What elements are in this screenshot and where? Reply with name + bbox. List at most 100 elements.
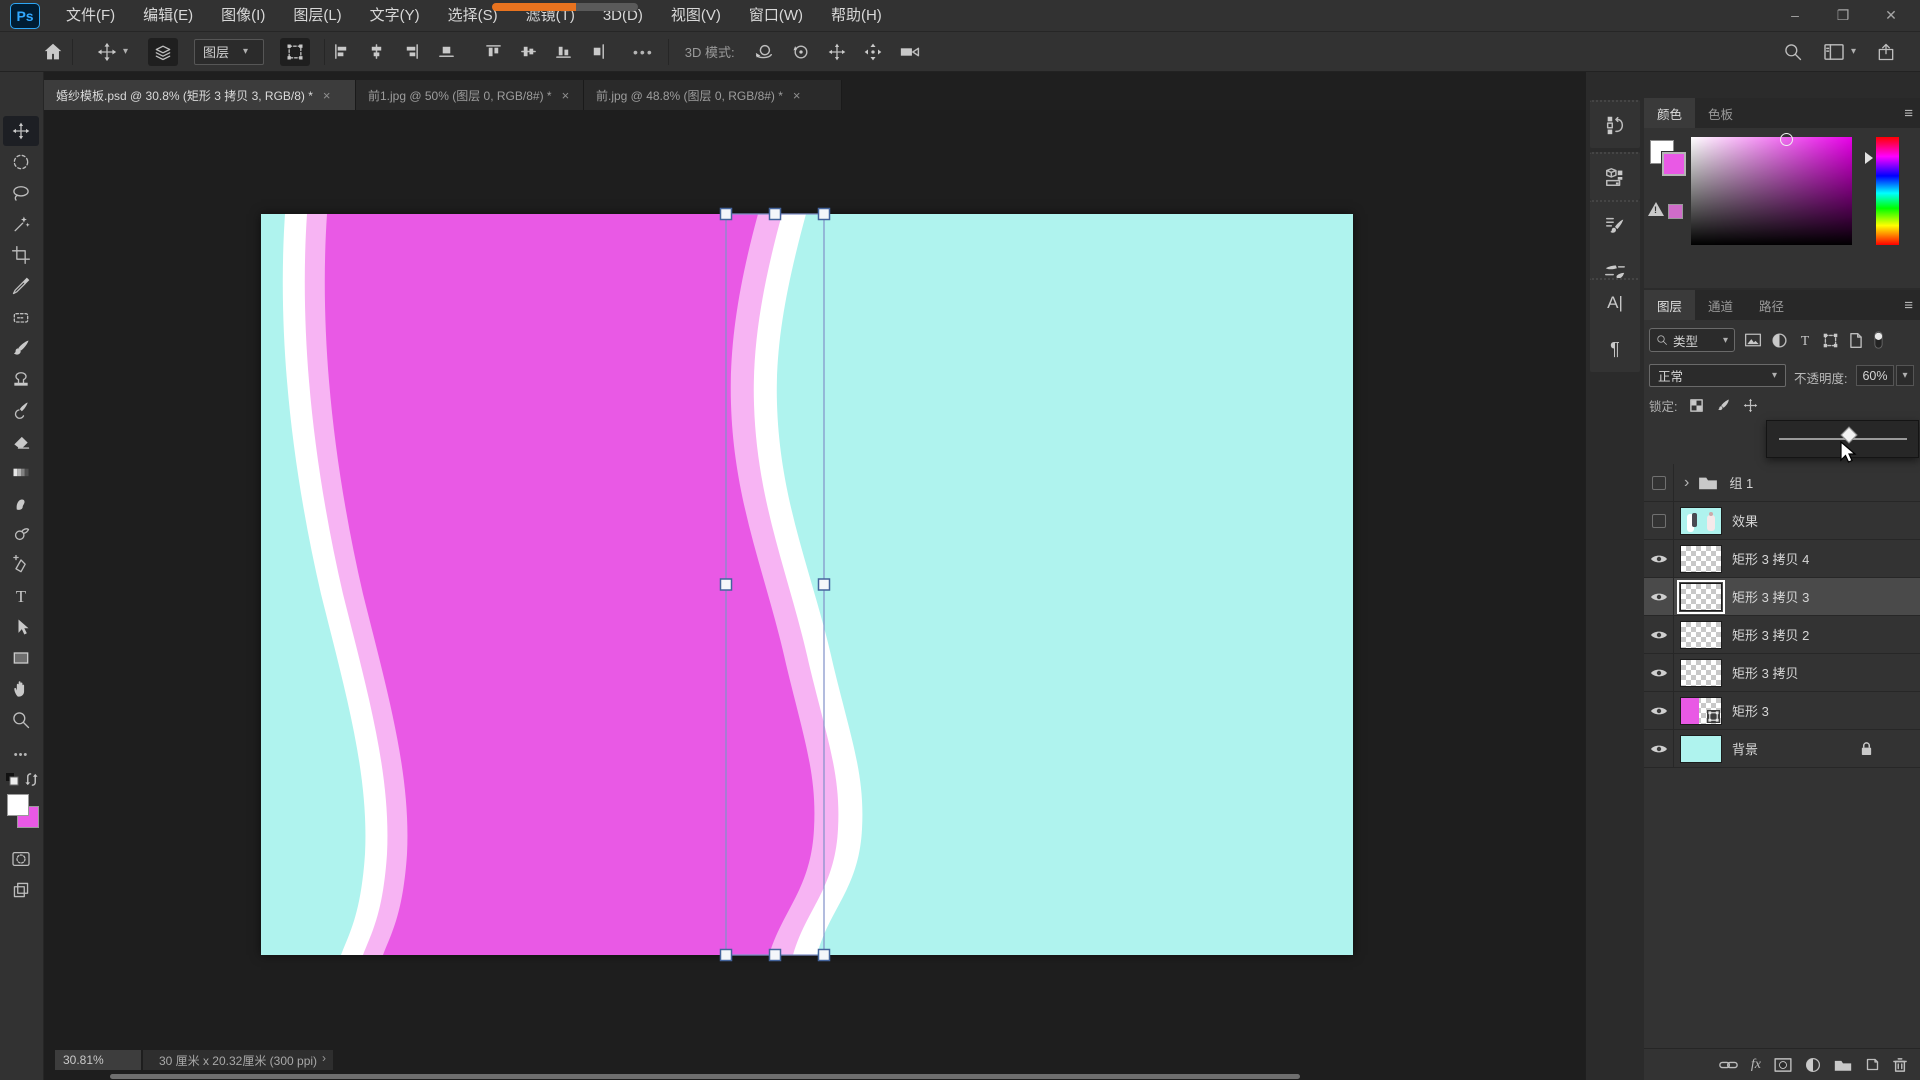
panel-menu-icon[interactable]: ≡ [1904,297,1913,314]
align-vertical-centers-icon[interactable] [520,43,537,60]
horizontal-scrollbar[interactable] [110,1074,1300,1079]
layer-name[interactable]: 矩形 3 拷贝 [1732,663,1798,682]
layer-thumbnail-transparent[interactable] [1680,658,1722,687]
clone-stamp-tool[interactable] [3,364,39,394]
panel-menu-icon[interactable]: ≡ [1904,105,1913,122]
visibility-checkbox-empty[interactable] [1651,513,1666,528]
lock-image-icon[interactable] [1716,398,1731,413]
menu-layer[interactable]: 图层(L) [279,0,355,32]
layer-name[interactable]: 效果 [1732,511,1758,530]
tab-color[interactable]: 颜色 [1644,98,1696,128]
saturation-brightness-field[interactable] [1691,133,1852,245]
patch-tool[interactable] [3,302,39,332]
menu-file[interactable]: 文件(F) [52,0,129,32]
opacity-chevron[interactable]: ▾ [1896,365,1914,386]
visibility-toggle[interactable] [1644,578,1674,615]
home-button[interactable] [42,41,64,63]
distribute-vertical-icon[interactable] [590,43,607,60]
search-icon[interactable] [1783,42,1803,62]
color-picker-ring[interactable] [1780,133,1793,146]
3d-slide-icon[interactable] [863,42,883,62]
close-icon[interactable]: × [323,88,331,103]
menu-window[interactable]: 窗口(W) [735,0,817,32]
menu-help[interactable]: 帮助(H) [817,0,896,32]
visibility-toggle[interactable] [1644,730,1674,767]
canvas-workspace[interactable]: 30.81% 30 厘米 x 20.32厘米 (300 ppi) › [44,110,1585,1080]
tab-document-1[interactable]: 婚纱模板.psd @ 30.8% (矩形 3 拷贝 3, RGB/8) * × [44,80,356,110]
handle-bottom-left[interactable] [719,948,733,962]
layer-name[interactable]: 矩形 3 拷贝 3 [1732,587,1809,606]
delete-layer-icon[interactable] [1893,1057,1907,1073]
workspace-icon[interactable] [1823,43,1845,61]
tab-document-3[interactable]: 前.jpg @ 48.8% (图层 0, RGB/8#) * × [584,80,842,110]
brush-settings-panel-icon[interactable] [1590,202,1640,248]
layer-name[interactable]: 矩形 3 [1732,701,1769,720]
chevron-down-icon[interactable]: ▾ [1851,46,1856,57]
align-bottom-edges-icon[interactable] [555,43,572,60]
share-icon[interactable] [1876,42,1896,62]
3d-roll-icon[interactable] [791,42,811,62]
layer-filter-search[interactable]: 类型 ▾ [1649,328,1735,352]
tab-channels[interactable]: 通道 [1695,290,1746,320]
tab-paths[interactable]: 路径 [1746,290,1797,320]
layer-row-rect3[interactable]: 矩形 3 [1644,692,1920,730]
menu-edit[interactable]: 编辑(E) [129,0,207,32]
layer-row-background[interactable]: 背景 [1644,730,1920,768]
handle-bottom-right[interactable] [817,948,831,962]
history-brush-tool[interactable] [3,395,39,425]
eyedropper-tool[interactable] [3,271,39,301]
add-mask-icon[interactable] [1774,1057,1792,1072]
align-horizontal-centers-icon[interactable] [368,43,385,60]
layer-row-rect3-copy2[interactable]: 矩形 3 拷贝 2 [1644,616,1920,654]
quick-selection-tool[interactable] [3,209,39,239]
show-transform-controls-toggle[interactable] [280,37,311,66]
close-icon[interactable]: ✕ [1880,7,1902,24]
rectangle-tool[interactable] [3,643,39,673]
history-panel-icon[interactable] [1590,102,1640,148]
filter-pixel-layers-icon[interactable] [1744,332,1762,348]
default-colors-icon[interactable] [5,772,19,786]
adjustment-layer-icon[interactable] [1805,1057,1821,1073]
layer-row-rect3-copy4[interactable]: 矩形 3 拷贝 4 [1644,540,1920,578]
handle-middle-right[interactable] [817,578,831,591]
swap-colors-icon[interactable] [24,772,39,787]
color-background-swatch[interactable] [1661,151,1687,177]
3d-camera-icon[interactable] [899,43,923,61]
tab-document-2[interactable]: 前1.jpg @ 50% (图层 0, RGB/8#) * × [356,80,584,110]
type-tool[interactable]: T [3,581,39,611]
elliptical-marquee-tool[interactable] [3,147,39,177]
layer-name[interactable]: 矩形 3 拷贝 4 [1732,549,1809,568]
filter-type-layers-icon[interactable]: T [1797,332,1813,348]
zoom-level-field[interactable]: 30.81% [55,1050,141,1070]
link-layers-icon[interactable] [1719,1059,1738,1071]
character-panel-icon[interactable]: A| [1590,280,1640,326]
hand-tool[interactable] [3,674,39,704]
lasso-tool[interactable] [3,178,39,208]
menu-image[interactable]: 图像(I) [207,0,279,32]
layer-row-rect3-copy3-selected[interactable]: 矩形 3 拷贝 3 [1644,578,1920,616]
smudge-tool[interactable] [3,488,39,518]
visibility-toggle[interactable] [1644,692,1674,729]
align-top-edges-icon[interactable] [485,43,502,60]
screen-mode-button[interactable] [3,875,39,905]
layer-row-group-1[interactable]: › 组 1 [1644,464,1920,502]
filter-toggle[interactable] [1873,330,1884,350]
group-expander-icon[interactable]: › [1684,474,1689,492]
pen-tool[interactable] [3,550,39,580]
filter-adjustment-layers-icon[interactable] [1771,332,1788,349]
handle-top-left[interactable] [719,207,733,221]
layer-thumbnail-transparent[interactable] [1680,544,1722,573]
align-left-edges-icon[interactable] [333,43,350,60]
lock-position-icon[interactable] [1743,398,1758,413]
opacity-value[interactable]: 60% [1856,365,1894,386]
align-right-edges-icon[interactable] [403,43,420,60]
chevron-down-icon[interactable]: ▾ [123,46,128,57]
3d-panel-icon[interactable] [1590,154,1640,200]
handle-middle-left[interactable] [719,578,733,591]
document-info[interactable]: 30 厘米 x 20.32厘米 (300 ppi) [143,1050,333,1070]
burn-tool[interactable] [3,519,39,549]
layer-thumbnail-background[interactable] [1680,734,1722,763]
auto-select-target-dropdown[interactable]: 图层 ▾ [194,38,265,65]
visibility-toggle[interactable] [1644,616,1674,653]
visibility-toggle[interactable] [1644,654,1674,691]
